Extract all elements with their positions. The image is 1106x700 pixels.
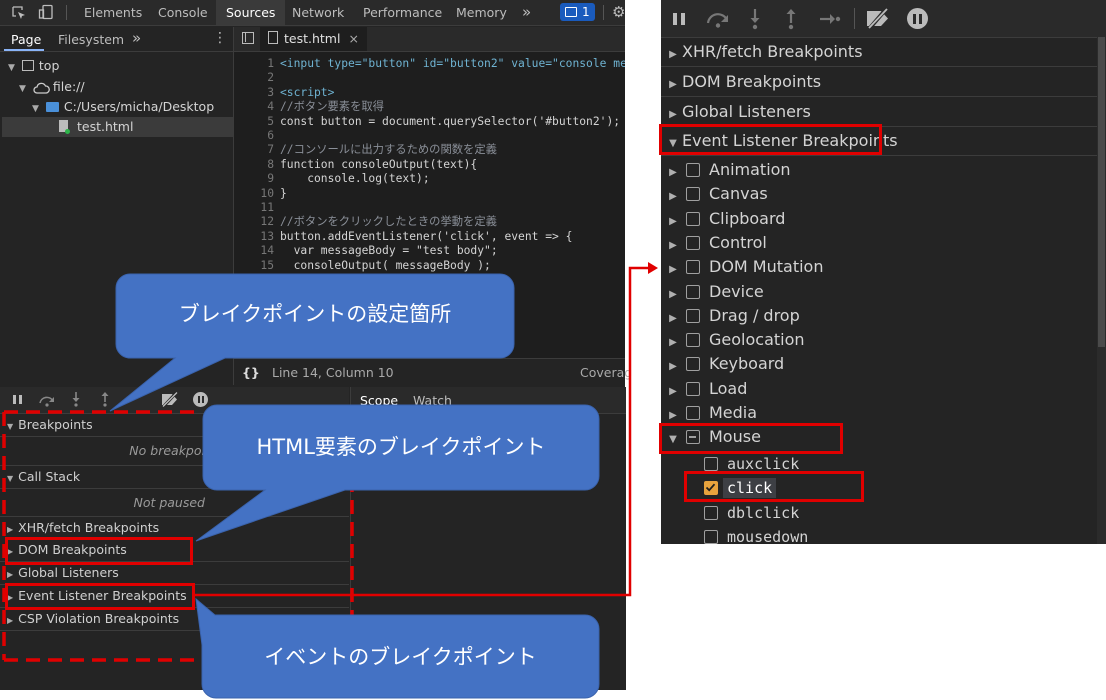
callout-text-event: イベントのブレイクポイント: [264, 645, 537, 669]
callout-text-html-element: HTML要素のブレイクポイント: [256, 435, 546, 459]
callout-text-setting-location: ブレイクポイントの設定箇所: [178, 302, 452, 326]
callout-shapes: [109, 273, 600, 699]
callout-setting-location: [109, 273, 515, 412]
callout-html-element: [195, 404, 600, 542]
